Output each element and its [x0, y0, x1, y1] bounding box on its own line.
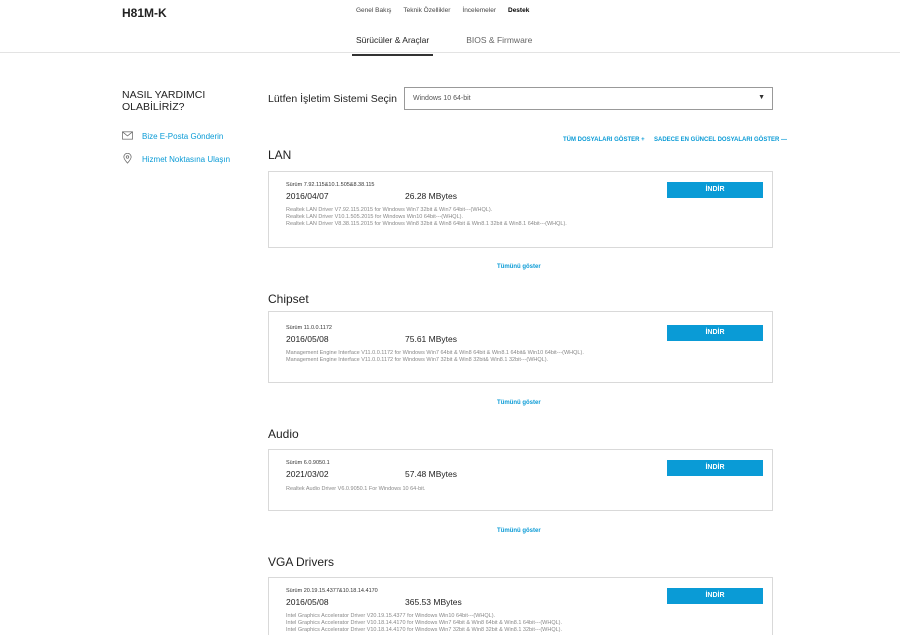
driver-desc-line: Management Engine Interface V11.0.0.1172…: [286, 357, 549, 363]
driver-date: 2016/04/07: [286, 191, 329, 201]
driver-card: Sürüm 6.0.9050.1 2021/03/02 57.48 MBytes…: [268, 449, 773, 511]
nav-specs[interactable]: Teknik Özellikler: [403, 7, 450, 14]
service-link[interactable]: Hizmet Noktasına Ulaşın: [122, 152, 231, 166]
nav-support[interactable]: Destek: [508, 7, 529, 14]
show-all-link[interactable]: Tümünü göster: [497, 400, 541, 406]
driver-card: Sürüm 20.19.15.4377&10.18.14.4170 2016/0…: [268, 577, 773, 635]
os-select[interactable]: Windows 10 64-bit ▼: [404, 87, 773, 110]
download-button[interactable]: İNDİR: [667, 588, 763, 604]
help-title: NASIL YARDIMCI OLABİLİRİZ?: [122, 89, 206, 113]
driver-card: Sürüm 11.0.0.1172 2016/05/08 75.61 MByte…: [268, 311, 773, 383]
driver-size: 75.61 MBytes: [405, 334, 457, 344]
driver-desc-line: Intel Graphics Accelerator Driver V10.18…: [286, 627, 563, 633]
top-nav: Genel Bakış Teknik Özellikler İncelemele…: [356, 7, 529, 14]
download-button[interactable]: İNDİR: [667, 460, 763, 476]
nav-reviews[interactable]: İncelemeler: [462, 7, 496, 14]
driver-size: 365.53 MBytes: [405, 597, 462, 607]
category-title: Audio: [268, 427, 299, 441]
email-link[interactable]: Bize E-Posta Gönderin: [122, 130, 223, 143]
category-title: LAN: [268, 148, 292, 162]
driver-card: Sürüm 7.92.115&10.1.505&8.38.115 2016/04…: [268, 171, 773, 248]
driver-version: Sürüm 6.0.9050.1: [286, 460, 330, 466]
tab-bios-firmware[interactable]: BIOS & Firmware: [462, 35, 536, 56]
nav-overview[interactable]: Genel Bakış: [356, 7, 391, 14]
driver-size: 57.48 MBytes: [405, 469, 457, 479]
download-button[interactable]: İNDİR: [667, 325, 763, 341]
category-title: Chipset: [268, 292, 309, 306]
driver-version: Sürüm 11.0.0.1172: [286, 325, 332, 331]
location-pin-icon: [122, 152, 133, 166]
driver-desc-line: Intel Graphics Accelerator Driver V20.19…: [286, 613, 496, 619]
driver-desc-line: Realtek LAN Driver V8.38.115.2015 for Wi…: [286, 221, 567, 227]
category-title: VGA Drivers: [268, 555, 335, 569]
top-bar: H81M-K Genel Bakış Teknik Özellikler İnc…: [0, 0, 900, 56]
os-label: Lütfen İşletim Sistemi Seçin: [268, 93, 397, 105]
product-name: H81M-K: [122, 6, 167, 20]
show-all-files-toggle[interactable]: TÜM DOSYALARI GÖSTER +: [563, 137, 645, 143]
service-link-label: Hizmet Noktasına Ulaşın: [142, 155, 231, 164]
driver-date: 2016/05/08: [286, 334, 329, 344]
driver-version: Sürüm 7.92.115&10.1.505&8.38.115: [286, 182, 375, 188]
driver-date: 2021/03/02: [286, 469, 329, 479]
driver-version: Sürüm 20.19.15.4377&10.18.14.4170: [286, 588, 378, 594]
driver-desc-line: Intel Graphics Accelerator Driver V10.18…: [286, 620, 563, 626]
driver-date: 2016/05/08: [286, 597, 329, 607]
show-all-link[interactable]: Tümünü göster: [497, 528, 541, 534]
mail-icon: [122, 130, 133, 143]
chevron-down-icon: ▼: [758, 94, 765, 101]
download-button[interactable]: İNDİR: [667, 182, 763, 198]
support-tabs: Sürücüler & Araçlar BIOS & Firmware: [352, 35, 565, 56]
driver-desc-line: Realtek Audio Driver V6.0.9050.1 For Win…: [286, 486, 426, 492]
driver-size: 26.28 MBytes: [405, 191, 457, 201]
driver-desc-line: Realtek LAN Driver V7.92.115.2015 for Wi…: [286, 207, 493, 213]
show-all-link[interactable]: Tümünü göster: [497, 264, 541, 270]
email-link-label: Bize E-Posta Gönderin: [142, 132, 224, 141]
show-latest-files-toggle[interactable]: SADECE EN GÜNCEL DOSYALARI GÖSTER —: [654, 137, 787, 143]
driver-desc-line: Realtek LAN Driver V10.1.505.2015 for Wi…: [286, 214, 463, 220]
tab-drivers-tools[interactable]: Sürücüler & Araçlar: [352, 35, 434, 56]
driver-desc-line: Management Engine Interface V11.0.0.1172…: [286, 350, 584, 356]
os-selected-value: Windows 10 64-bit: [413, 95, 471, 102]
